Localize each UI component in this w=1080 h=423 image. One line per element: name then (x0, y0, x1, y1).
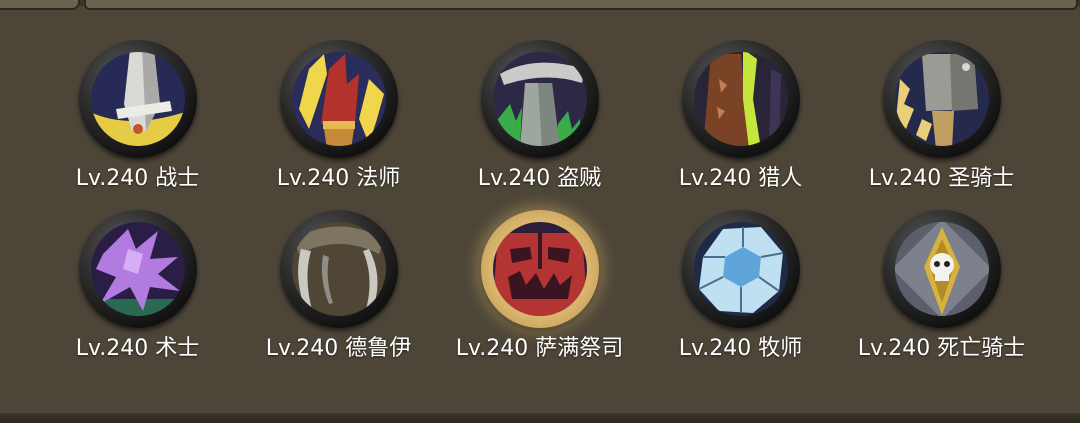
class-emblem-selected[interactable] (480, 210, 599, 328)
class-item-druid[interactable]: Lv.240 德鲁伊 (238, 210, 439, 380)
class-emblem[interactable] (681, 40, 800, 158)
paladin-hammer-icon (894, 52, 989, 146)
class-label: Lv.240 牧师 (678, 336, 803, 361)
priest-crystal-icon (693, 222, 788, 316)
class-label: Lv.240 死亡骑士 (857, 336, 1026, 361)
top-tab[interactable] (0, 0, 80, 10)
class-item-priest[interactable]: Lv.240 牧师 (640, 210, 841, 380)
class-emblem[interactable] (279, 210, 398, 328)
class-label: Lv.240 战士 (75, 166, 200, 191)
class-emblem[interactable] (480, 40, 599, 158)
rogue-dagger-icon (492, 52, 587, 146)
class-emblem[interactable] (882, 40, 1001, 158)
class-label: Lv.240 术士 (75, 336, 200, 361)
class-label: Lv.240 德鲁伊 (265, 336, 412, 361)
class-item-warlock[interactable]: Lv.240 术士 (37, 210, 238, 380)
class-label: Lv.240 法师 (276, 166, 401, 191)
class-emblem[interactable] (681, 210, 800, 328)
class-grid: Lv.240 战士 Lv.240 法师 Lv.240 盗贼 Lv.240 猎人 … (37, 40, 1042, 380)
death-knight-skull-icon (894, 222, 989, 316)
bottom-border (0, 413, 1080, 423)
class-item-death-knight[interactable]: Lv.240 死亡骑士 (841, 210, 1042, 380)
class-item-shaman[interactable]: Lv.240 萨满祭司 (439, 210, 640, 380)
class-emblem[interactable] (279, 40, 398, 158)
class-item-rogue[interactable]: Lv.240 盗贼 (439, 40, 640, 210)
class-item-hunter[interactable]: Lv.240 猎人 (640, 40, 841, 210)
top-search-field[interactable] (84, 0, 1078, 10)
class-label: Lv.240 圣骑士 (868, 166, 1015, 191)
warrior-sword-icon (90, 52, 185, 146)
class-emblem[interactable] (78, 40, 197, 158)
class-emblem[interactable] (882, 210, 1001, 328)
class-item-paladin[interactable]: Lv.240 圣骑士 (841, 40, 1042, 210)
class-label: Lv.240 萨满祭司 (455, 336, 624, 361)
hunter-bow-icon (693, 52, 788, 146)
druid-claw-icon (291, 222, 386, 316)
class-item-mage[interactable]: Lv.240 法师 (238, 40, 439, 210)
class-emblem[interactable] (78, 210, 197, 328)
class-label: Lv.240 猎人 (678, 166, 803, 191)
warlock-fel-icon (90, 222, 185, 316)
shaman-totem-icon (492, 222, 587, 316)
class-item-warrior[interactable]: Lv.240 战士 (37, 40, 238, 210)
class-label: Lv.240 盗贼 (477, 166, 602, 191)
mage-flame-icon (291, 52, 386, 146)
